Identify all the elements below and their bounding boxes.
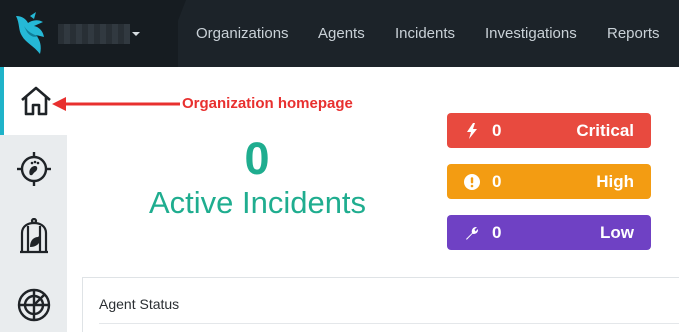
active-incidents-label: Active Incidents bbox=[148, 185, 367, 220]
canary-cage-icon bbox=[19, 218, 48, 254]
top-navbar: Organizations Agents Incidents Investiga… bbox=[0, 0, 679, 67]
low-count: 0 bbox=[492, 222, 502, 242]
annotation-label: Organization homepage bbox=[182, 95, 353, 112]
home-icon bbox=[20, 86, 51, 116]
logo-icon[interactable] bbox=[10, 10, 54, 56]
nav-organizations[interactable]: Organizations bbox=[196, 0, 289, 67]
panel-divider bbox=[99, 323, 679, 324]
annotation-arrow bbox=[52, 97, 180, 111]
chevron-down-icon[interactable] bbox=[132, 32, 140, 36]
low-incidents-button[interactable]: 0 Low bbox=[447, 215, 651, 250]
critical-label: Critical bbox=[576, 120, 634, 140]
high-count: 0 bbox=[492, 171, 502, 191]
agent-status-title: Agent Status bbox=[99, 296, 180, 312]
critical-incidents-button[interactable]: 0 Critical bbox=[447, 113, 651, 148]
exclamation-circle-icon bbox=[464, 173, 480, 190]
sidebar-item-hunt[interactable] bbox=[0, 135, 67, 203]
low-label: Low bbox=[600, 222, 634, 242]
brand-divider bbox=[160, 0, 186, 67]
organization-name-redacted[interactable] bbox=[58, 24, 130, 44]
nav-investigations[interactable]: Investigations bbox=[485, 0, 577, 67]
radar-icon bbox=[17, 288, 50, 322]
critical-count: 0 bbox=[492, 120, 502, 140]
nav-agents[interactable]: Agents bbox=[318, 0, 365, 67]
wrench-icon bbox=[464, 225, 480, 241]
high-incidents-button[interactable]: 0 High bbox=[447, 164, 651, 199]
agent-status-panel: Agent Status bbox=[82, 277, 679, 332]
high-label: High bbox=[596, 171, 634, 191]
nav-incidents[interactable]: Incidents bbox=[395, 0, 455, 67]
bolt-icon bbox=[464, 122, 480, 139]
sidebar-item-canary[interactable] bbox=[0, 203, 67, 271]
footprint-target-icon bbox=[16, 152, 51, 186]
active-incidents-count[interactable]: 0 bbox=[200, 134, 314, 184]
sidebar-item-radar[interactable] bbox=[0, 271, 67, 332]
nav-reports[interactable]: Reports bbox=[607, 0, 660, 67]
